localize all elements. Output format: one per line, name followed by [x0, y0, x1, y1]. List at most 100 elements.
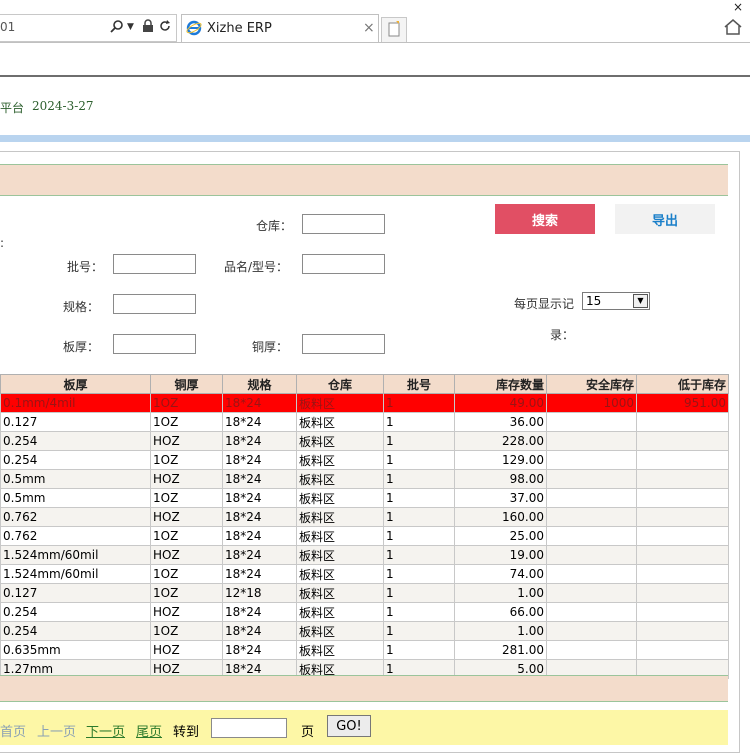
table-cell: 18*24 — [222, 469, 297, 489]
refresh-icon[interactable] — [158, 19, 172, 37]
column-header[interactable]: 铜厚 — [150, 374, 223, 394]
table-cell — [546, 545, 637, 565]
table-row[interactable]: 1.524mm/60mil 1OZ 18*24 板料区 1 74.00 — [0, 564, 729, 584]
warehouse-input[interactable] — [302, 214, 385, 234]
table-row[interactable]: 0.254 HOZ 18*24 板料区 1 228.00 — [0, 431, 729, 451]
table-cell: 1 — [383, 431, 455, 451]
column-header[interactable]: 板厚 — [0, 374, 151, 394]
table-cell: 0.254 — [0, 450, 151, 470]
export-button[interactable]: 导出 — [615, 204, 715, 234]
table-row[interactable]: 0.5mm 1OZ 18*24 板料区 1 37.00 — [0, 488, 729, 508]
table-cell — [546, 602, 637, 622]
table-row[interactable]: 0.762 1OZ 18*24 板料区 1 25.00 — [0, 526, 729, 546]
table-cell — [636, 488, 729, 508]
table-cell: 0.254 — [0, 602, 151, 622]
search-icon[interactable] — [110, 19, 124, 37]
table-cell: 12*18 — [222, 583, 297, 603]
table-cell: 18*24 — [222, 412, 297, 432]
dropdown-arrow-icon[interactable]: ▼ — [127, 22, 134, 32]
current-date: 2024-3-27 — [32, 99, 94, 113]
table-cell: HOZ — [150, 469, 223, 489]
table-cell: 18*24 — [222, 488, 297, 508]
table-cell: 18*24 — [222, 393, 297, 413]
inventory-table: 板厚 铜厚 规格 仓库 批号 库存数量 安全库存 低于库存 0.1mm/4mil… — [0, 374, 729, 679]
tab-close-icon[interactable]: × — [363, 20, 375, 36]
copper-input[interactable] — [302, 334, 385, 354]
table-cell: 36.00 — [454, 412, 547, 432]
table-cell — [636, 526, 729, 546]
window-close-icon[interactable]: × — [733, 0, 743, 14]
per-page-select[interactable]: 15 ▼ — [582, 292, 650, 310]
table-cell — [636, 469, 729, 489]
table-cell — [546, 526, 637, 546]
table-row[interactable]: 0.635mm HOZ 18*24 板料区 1 281.00 — [0, 640, 729, 660]
table-row[interactable]: 0.1mm/4mil 1OZ 18*24 板料区 1 49.00 1000 951.00 — [0, 393, 729, 413]
table-row[interactable]: 0.127 1OZ 12*18 板料区 1 1.00 — [0, 583, 729, 603]
table-cell: 281.00 — [454, 640, 547, 660]
ie-logo-icon — [186, 20, 202, 36]
column-header[interactable]: 批号 — [383, 374, 455, 394]
pager-goto-label: 转到 — [173, 725, 200, 740]
table-cell: 129.00 — [454, 450, 547, 470]
table-cell: 0.254 — [0, 431, 151, 451]
table-cell: 160.00 — [454, 507, 547, 527]
table-cell — [546, 469, 637, 489]
pager-first[interactable]: 首页 — [0, 721, 26, 740]
table-cell — [636, 450, 729, 470]
per-page-label: 每页显示记 — [514, 297, 575, 311]
table-cell: 1 — [383, 564, 455, 584]
table-cell — [636, 564, 729, 584]
table-footer-band — [0, 675, 728, 702]
left-label-fragment: : — [0, 236, 5, 250]
chrome-divider — [0, 42, 750, 43]
table-cell: 1 — [383, 412, 455, 432]
table-row[interactable]: 0.254 1OZ 18*24 板料区 1 1.00 — [0, 621, 729, 641]
go-button[interactable]: GO! — [327, 715, 371, 737]
column-header[interactable]: 库存数量 — [454, 374, 547, 394]
table-cell: 18*24 — [222, 602, 297, 622]
table-row[interactable]: 0.762 HOZ 18*24 板料区 1 160.00 — [0, 507, 729, 527]
table-row[interactable]: 0.127 1OZ 18*24 板料区 1 36.00 — [0, 412, 729, 432]
spec-input[interactable] — [113, 294, 196, 314]
table-cell: 0.5mm — [0, 488, 151, 508]
product-input[interactable] — [302, 254, 385, 274]
table-cell — [546, 640, 637, 660]
pager-last[interactable]: 尾页 — [136, 721, 162, 740]
home-icon[interactable] — [722, 16, 744, 38]
table-cell: 18*24 — [222, 507, 297, 527]
table-cell: 1.00 — [454, 621, 547, 641]
column-header[interactable]: 安全库存 — [546, 374, 637, 394]
table-cell: 1OZ — [150, 412, 223, 432]
table-cell: HOZ — [150, 640, 223, 660]
table-cell: 1000 — [546, 393, 637, 413]
table-row[interactable]: 0.5mm HOZ 18*24 板料区 1 98.00 — [0, 469, 729, 489]
table-cell: 板料区 — [296, 488, 384, 508]
table-cell: 1.00 — [454, 583, 547, 603]
new-tab-button[interactable] — [381, 17, 407, 43]
column-header[interactable]: 仓库 — [296, 374, 384, 394]
table-cell: 板料区 — [296, 450, 384, 470]
pager-next[interactable]: 下一页 — [86, 721, 125, 740]
table-row[interactable]: 0.254 HOZ 18*24 板料区 1 66.00 — [0, 602, 729, 622]
column-header[interactable]: 规格 — [222, 374, 297, 394]
goto-page-input[interactable] — [211, 718, 287, 738]
table-cell — [636, 621, 729, 641]
table-cell — [636, 640, 729, 660]
table-row[interactable]: 1.524mm/60mil HOZ 18*24 板料区 1 19.00 — [0, 545, 729, 565]
table-cell: 1 — [383, 450, 455, 470]
table-cell: 1 — [383, 602, 455, 622]
batch-input[interactable] — [113, 254, 196, 274]
table-cell: 37.00 — [454, 488, 547, 508]
table-cell — [546, 450, 637, 470]
table-cell — [546, 412, 637, 432]
column-header[interactable]: 低于库存 — [636, 374, 729, 394]
lock-icon — [142, 19, 154, 37]
table-cell: HOZ — [150, 545, 223, 565]
table-cell — [546, 564, 637, 584]
table-row[interactable]: 0.254 1OZ 18*24 板料区 1 129.00 — [0, 450, 729, 470]
chevron-down-icon[interactable]: ▼ — [633, 294, 648, 308]
search-button[interactable]: 搜索 — [495, 204, 595, 234]
header-divider — [0, 135, 750, 142]
thickness-input[interactable] — [113, 334, 196, 354]
pager-prev[interactable]: 上一页 — [37, 721, 76, 740]
